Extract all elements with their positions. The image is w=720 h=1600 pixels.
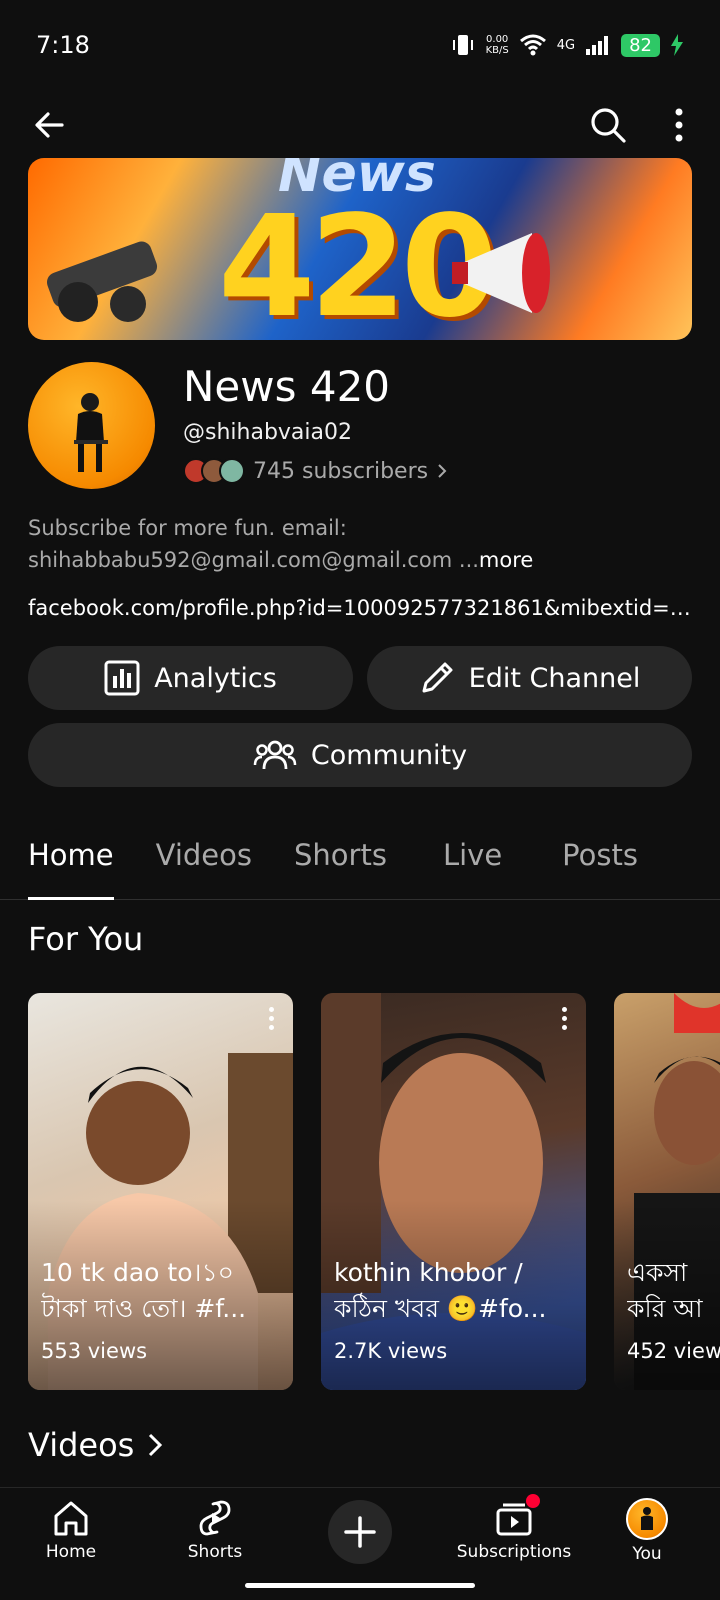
notification-dot xyxy=(526,1494,540,1508)
cannon-illustration xyxy=(46,241,158,322)
status-icons: 0.00 KB/S 4G 82 xyxy=(450,32,684,58)
vibrate-icon xyxy=(452,35,473,55)
channel-handle: @shihabvaia02 xyxy=(183,420,352,445)
more-vert-icon xyxy=(675,108,683,142)
short-title: 10 tk dao to।১০ টাকা দাও তো। #f... xyxy=(41,1258,247,1323)
short-title: kothin khobor / কঠিন খবর 🙂#fo... xyxy=(334,1258,547,1323)
channel-tabs: Home Videos Shorts Live Posts xyxy=(0,812,720,900)
nav-shorts[interactable]: Shorts xyxy=(150,1498,280,1562)
short-title: একসা করি আ xyxy=(627,1258,703,1323)
videos-section-title: Videos xyxy=(28,1426,135,1464)
home-indicator[interactable] xyxy=(245,1583,475,1588)
edit-channel-label: Edit Channel xyxy=(468,662,641,694)
tab-videos[interactable]: Videos xyxy=(156,812,252,899)
tab-home[interactable]: Home xyxy=(28,812,114,900)
more-options-button[interactable] xyxy=(666,103,692,147)
you-avatar xyxy=(626,1498,668,1540)
charging-icon xyxy=(671,34,683,56)
top-app-bar xyxy=(0,90,720,160)
wifi-icon xyxy=(519,34,546,56)
subscriber-avatar xyxy=(219,458,245,484)
status-bar: 7:18 0.00 KB/S 4G 82 xyxy=(0,0,720,90)
nav-you-label: You xyxy=(632,1544,662,1564)
community-icon xyxy=(253,740,297,770)
battery-level: 82 xyxy=(621,33,660,57)
channel-name: News 420 xyxy=(183,362,391,411)
chevron-right-icon xyxy=(438,464,447,478)
plus-icon xyxy=(344,1516,376,1548)
nav-shorts-label: Shorts xyxy=(187,1542,243,1562)
community-button[interactable]: Community xyxy=(28,723,692,787)
subscribers-link[interactable]: 745 subscribers xyxy=(183,458,448,484)
arrow-left-icon xyxy=(35,112,64,138)
tab-shorts[interactable]: Shorts xyxy=(294,812,387,899)
shorts-icon xyxy=(199,1500,231,1536)
tab-live[interactable]: Live xyxy=(443,812,502,899)
short-more-button[interactable] xyxy=(554,1007,574,1037)
signal-icon xyxy=(586,36,609,55)
network-speed: 0.00 KB/S xyxy=(485,34,509,56)
more-link[interactable]: more xyxy=(479,548,533,572)
analytics-icon xyxy=(104,660,140,696)
back-button[interactable] xyxy=(28,103,72,147)
nav-you[interactable]: You xyxy=(582,1498,712,1564)
subscriptions-icon-wrap xyxy=(494,1494,540,1538)
status-time: 7:18 xyxy=(36,31,90,59)
channel-description[interactable]: Subscribe for more fun. email: shihabbab… xyxy=(28,512,692,576)
short-views: 553 views xyxy=(41,1339,148,1363)
chevron-right-icon xyxy=(149,1433,163,1457)
analytics-button[interactable]: Analytics xyxy=(28,646,353,710)
description-text: Subscribe for more fun. email: shihabbab… xyxy=(28,516,479,572)
home-icon xyxy=(54,1501,88,1536)
search-icon xyxy=(591,108,626,143)
search-button[interactable] xyxy=(586,103,630,147)
person-silhouette-icon xyxy=(74,393,108,472)
pencil-icon xyxy=(422,662,453,693)
short-card[interactable]: kothin khobor / কঠিন খবর 🙂#fo... 2.7K vi… xyxy=(321,993,586,1390)
nav-home-label: Home xyxy=(45,1542,97,1562)
nav-subscriptions[interactable]: Subscriptions xyxy=(439,1494,589,1562)
short-card[interactable]: একসা করি আ 452 view xyxy=(614,993,720,1390)
channel-banner[interactable]: News 420 xyxy=(28,158,692,340)
short-more-button[interactable] xyxy=(261,1007,281,1037)
short-views: 2.7K views xyxy=(334,1339,448,1363)
shorts-shelf: 10 tk dao to।১০ টাকা দাও তো। #f... 553 v… xyxy=(28,993,720,1390)
network-type: 4G xyxy=(556,37,576,53)
short-card[interactable]: 10 tk dao to।১০ টাকা দাও তো। #f... 553 v… xyxy=(28,993,293,1390)
nav-home[interactable]: Home xyxy=(6,1498,136,1562)
subscriber-count: 745 subscribers xyxy=(253,458,429,484)
channel-header: News 420 @shihabvaia02 745 subscribers xyxy=(28,362,692,492)
for-you-title: For You xyxy=(28,920,144,958)
analytics-label: Analytics xyxy=(154,662,277,694)
community-label: Community xyxy=(310,739,468,771)
channel-avatar[interactable] xyxy=(28,362,155,489)
create-button[interactable] xyxy=(328,1500,392,1564)
videos-section-header[interactable]: Videos xyxy=(28,1426,164,1464)
short-views: 452 view xyxy=(627,1339,720,1363)
tab-posts[interactable]: Posts xyxy=(562,812,638,899)
channel-link[interactable]: facebook.com/profile.php?id=100092577321… xyxy=(28,596,692,620)
subscriber-avatars xyxy=(183,458,245,484)
megaphone-illustration xyxy=(452,233,550,313)
edit-channel-button[interactable]: Edit Channel xyxy=(367,646,692,710)
nav-subscriptions-label: Subscriptions xyxy=(456,1542,572,1562)
bottom-navigation: Home Shorts Subscriptions You xyxy=(0,1487,720,1600)
person-silhouette-icon xyxy=(641,1507,653,1530)
